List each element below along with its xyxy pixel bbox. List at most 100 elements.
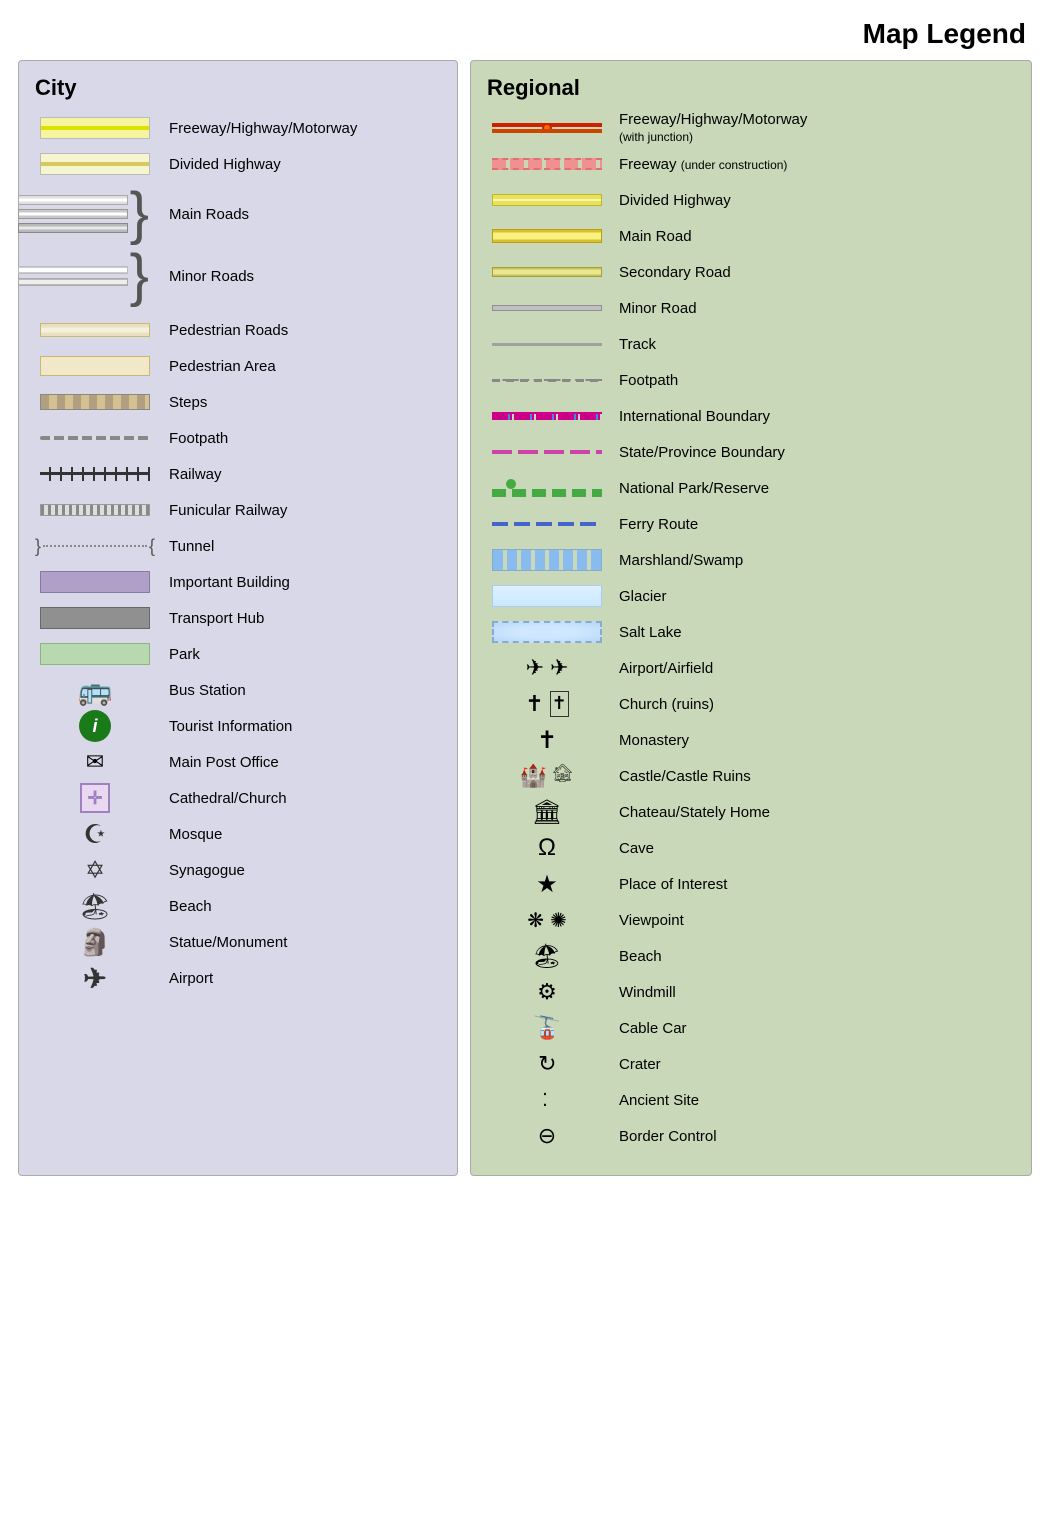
- ped-road-icon: [40, 323, 150, 337]
- crater-symbol: ↺: [487, 1051, 607, 1077]
- transport-hub-label: Transport Hub: [169, 610, 264, 627]
- list-item: Pedestrian Area: [35, 349, 441, 383]
- bus-station-symbol: 🚌: [35, 674, 155, 707]
- steps-icon: [40, 394, 150, 410]
- list-item: Marshland/Swamp: [487, 543, 1015, 577]
- salt-lake-icon: [492, 621, 602, 643]
- synagogue-icon: ✡: [85, 856, 105, 885]
- secondary-road-icon: [492, 267, 602, 277]
- salt-lake-label: Salt Lake: [619, 624, 1015, 641]
- list-item: ⚙ Windmill: [487, 975, 1015, 1009]
- minor-roads-symbol: }: [35, 247, 155, 305]
- list-item: Footpath: [35, 421, 441, 455]
- list-item: Minor Road: [487, 291, 1015, 325]
- list-item: Funicular Railway: [35, 493, 441, 527]
- list-item: Park: [35, 637, 441, 671]
- glacier-label: Glacier: [619, 588, 1015, 605]
- freeway-city-label: Freeway/Highway/Motorway: [169, 120, 357, 137]
- ferry-route-symbol: [487, 522, 607, 526]
- fw-junction-label: Freeway/Highway/Motorway (with junction): [619, 111, 1015, 145]
- list-item: Glacier: [487, 579, 1015, 613]
- ped-area-label: Pedestrian Area: [169, 358, 276, 375]
- beach-city-icon: 🏖: [78, 891, 111, 922]
- list-item: Freeway (under construction): [487, 147, 1015, 181]
- list-item: ✡ Synagogue: [35, 853, 441, 887]
- steps-label: Steps: [169, 394, 207, 411]
- monastery-label: Monastery: [619, 732, 1015, 749]
- footpath-reg-label: Footpath: [619, 372, 1015, 389]
- airport-city-label: Airport: [169, 970, 213, 987]
- nat-park-label: National Park/Reserve: [619, 480, 1015, 497]
- ped-area-symbol: [35, 356, 155, 376]
- crater-label: Crater: [619, 1056, 1015, 1073]
- list-item: Steps: [35, 385, 441, 419]
- secondary-road-symbol: [487, 267, 607, 277]
- place-interest-icon: ★: [536, 870, 558, 899]
- minor-roads-label: Minor Roads: [169, 268, 254, 285]
- ancient-site-icon: ⁚: [542, 1090, 552, 1111]
- railway-icon: [40, 467, 150, 481]
- state-boundary-symbol: [487, 450, 607, 454]
- footpath-city-icon: [40, 436, 150, 440]
- minor-road-reg-icon: [492, 305, 602, 311]
- list-item: 🚌 Bus Station: [35, 673, 441, 707]
- ferry-route-label: Ferry Route: [619, 516, 1015, 533]
- list-item: } { Tunnel: [35, 529, 441, 563]
- tunnel-label: Tunnel: [169, 538, 214, 555]
- intl-boundary-label: International Boundary: [619, 408, 1015, 425]
- list-item: ✈✈ Airport/Airfield: [487, 651, 1015, 685]
- minor-road-line-1: [18, 266, 128, 274]
- tourist-info-label: Tourist Information: [169, 718, 292, 735]
- beach-city-label: Beach: [169, 898, 212, 915]
- ped-roads-label: Pedestrian Roads: [169, 322, 288, 339]
- border-control-symbol: ⊖: [487, 1123, 607, 1149]
- main-roads-group: } Main Roads: [35, 185, 441, 243]
- main-roads-symbol: }: [35, 185, 155, 243]
- divided-hwy-reg-symbol: [487, 194, 607, 206]
- viewpoint-icon: ❋✺: [527, 908, 567, 933]
- important-building-icon: [40, 571, 150, 593]
- border-control-icon: ⊖: [538, 1123, 556, 1149]
- state-boundary-label: State/Province Boundary: [619, 444, 1015, 461]
- statue-label: Statue/Monument: [169, 934, 287, 951]
- main-road-reg-label: Main Road: [619, 228, 1015, 245]
- tourist-info-icon: i: [79, 710, 111, 742]
- list-item: ✈ Airport: [35, 961, 441, 995]
- ferry-route-icon: [492, 522, 602, 526]
- list-item: Footpath: [487, 363, 1015, 397]
- bus-station-label: Bus Station: [169, 682, 246, 699]
- tunnel-left-bracket: }: [35, 537, 41, 555]
- list-item: National Park/Reserve: [487, 471, 1015, 505]
- list-item: 🏰🏚 Castle/Castle Ruins: [487, 759, 1015, 793]
- cave-icon: Ω: [538, 834, 556, 862]
- fw-construction-label: Freeway (under construction): [619, 156, 1015, 173]
- list-item: Ω Cave: [487, 831, 1015, 865]
- list-item: Railway: [35, 457, 441, 491]
- minor-roads-lines: [18, 266, 128, 286]
- windmill-symbol: ⚙: [487, 979, 607, 1005]
- list-item: ★ Place of Interest: [487, 867, 1015, 901]
- list-item: Divided Highway: [487, 183, 1015, 217]
- fw-junction-symbol: [487, 120, 607, 136]
- main-roads-brace: }: [130, 185, 149, 243]
- funicular-label: Funicular Railway: [169, 502, 287, 519]
- list-item: ❋✺ Viewpoint: [487, 903, 1015, 937]
- tunnel-symbol: } {: [35, 537, 155, 555]
- nat-park-icon: [492, 479, 602, 497]
- state-boundary-icon: [492, 450, 602, 454]
- railway-symbol: [35, 467, 155, 481]
- monastery-symbol: ✝: [487, 726, 607, 755]
- list-item: 🗿 Statue/Monument: [35, 925, 441, 959]
- tunnel-right-bracket: {: [149, 537, 155, 555]
- divided-hwy-city-symbol: [35, 153, 155, 175]
- chateau-symbol: 🏛: [487, 798, 607, 827]
- list-item: Salt Lake: [487, 615, 1015, 649]
- regional-title: Regional: [487, 75, 1015, 101]
- divided-hwy-reg-label: Divided Highway: [619, 192, 1015, 209]
- divided-hwy-city-label: Divided Highway: [169, 156, 281, 173]
- fw-junction-icon: [492, 120, 602, 136]
- list-item: ✉ Main Post Office: [35, 745, 441, 779]
- list-item: i Tourist Information: [35, 709, 441, 743]
- city-title: City: [35, 75, 441, 101]
- ancient-site-label: Ancient Site: [619, 1092, 1015, 1109]
